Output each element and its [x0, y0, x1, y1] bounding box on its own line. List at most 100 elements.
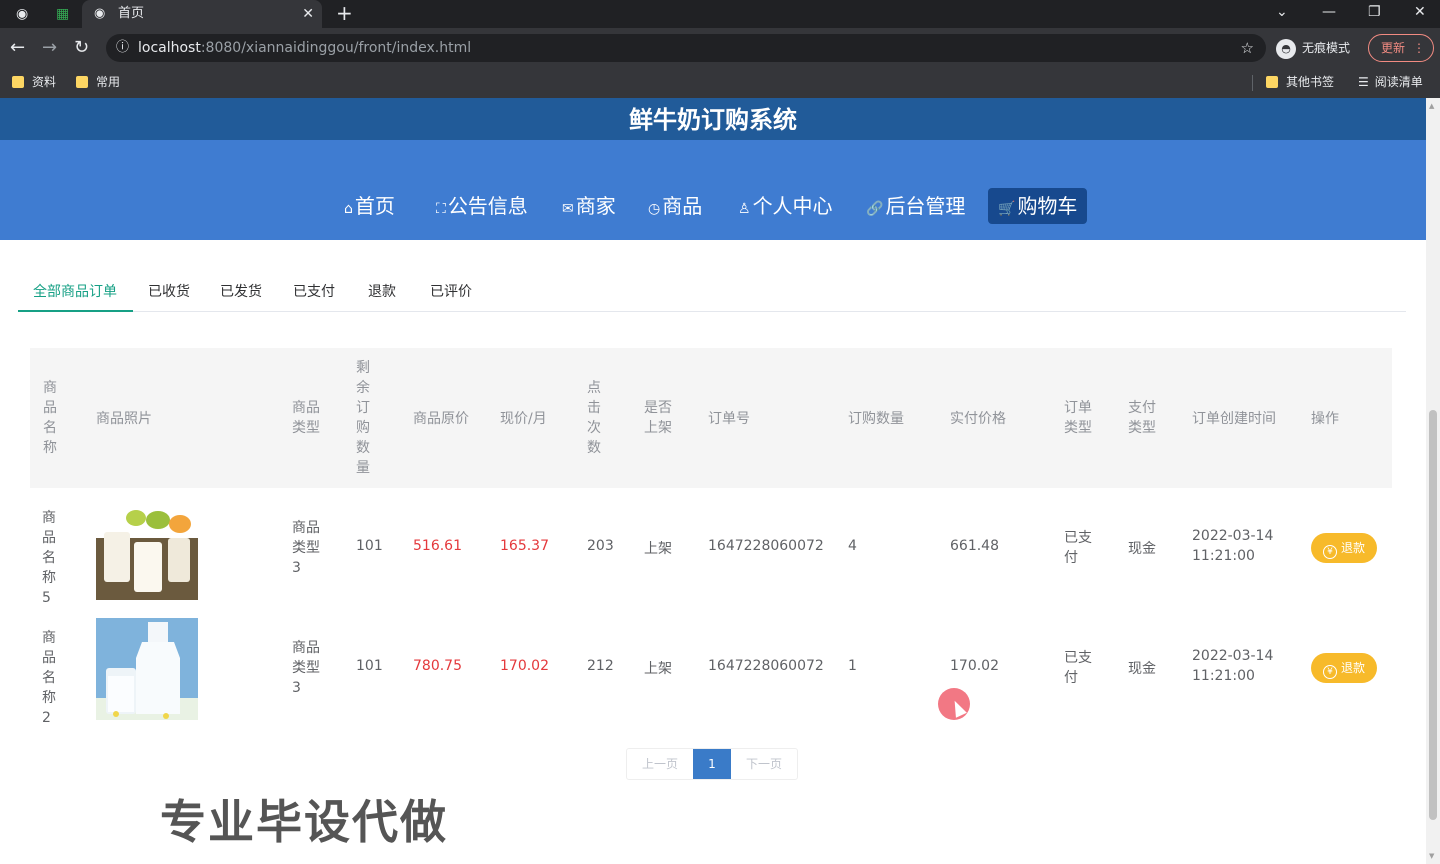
nav-home[interactable]: ⌂ 首页 — [344, 188, 395, 224]
tab-search-icon[interactable]: ⌄ — [1276, 0, 1288, 24]
th-orig-price: 商品原价 — [413, 411, 469, 427]
tab-all-orders[interactable]: 全部商品订单 — [33, 274, 117, 310]
cell-type: 商品类型3 — [292, 640, 320, 696]
browser-globe-icon[interactable]: ◉ — [16, 0, 28, 28]
cell-on-shelf: 上架 — [644, 541, 672, 557]
cell-name: 商品名称2 — [42, 630, 56, 726]
cell-paid: 170.02 — [950, 658, 999, 674]
clock-icon: ◷ — [648, 201, 661, 217]
page-viewport: 鲜牛奶订购系统 ⌂ 首页 ⛶ 公告信息 ✉ 商家 ◷ 商品 ♙ 个人中心 🔗 后台管理 🛒 购… — [0, 98, 1426, 864]
update-label: 更新 — [1381, 41, 1406, 55]
th-paid: 实付价格 — [950, 411, 1006, 427]
update-button[interactable]: 更新 ⋮ — [1368, 34, 1434, 62]
cell-created-time: 11:21:00 — [1192, 548, 1255, 564]
tab-close-icon[interactable]: ✕ — [302, 0, 314, 28]
globe-icon: ◉ — [94, 6, 106, 21]
page-1-button[interactable]: 1 — [693, 749, 731, 779]
prev-page-button[interactable]: 上一页 — [627, 749, 693, 779]
envelope-icon: ✉ — [562, 201, 574, 217]
nav-admin[interactable]: 🔗 后台管理 — [866, 188, 965, 224]
sheets-app-icon[interactable]: ▦ — [56, 0, 69, 28]
table-row: 商品名称2 商品类型3 101 780.75 170.02 212 上架 164… — [30, 608, 1392, 728]
watermark-text: 专业毕设代做 — [160, 795, 448, 849]
cell-orig-price: 516.61 — [413, 538, 462, 554]
cell-price: 170.02 — [500, 658, 549, 674]
th-qty: 订购数量 — [848, 411, 904, 427]
cell-created-date: 2022-03-14 — [1192, 528, 1274, 544]
th-type: 商品类型 — [292, 400, 320, 436]
reload-icon[interactable]: ↻ — [74, 28, 89, 68]
cell-created-time: 11:21:00 — [1192, 668, 1255, 684]
scroll-down-icon[interactable]: ▼ — [1429, 852, 1434, 860]
pagination: 上一页 1 下一页 — [626, 748, 798, 780]
incognito-icon: ◓ — [1276, 38, 1296, 59]
tab-shipped[interactable]: 已发货 — [220, 274, 262, 310]
forward-arrow-icon[interactable]: → — [42, 28, 57, 68]
reading-list-icon: ☰ — [1358, 75, 1369, 89]
tab-reviewed[interactable]: 已评价 — [430, 274, 472, 310]
nav-cart[interactable]: 🛒 购物车 — [988, 188, 1088, 224]
window-close-icon[interactable]: ✕ — [1414, 0, 1426, 24]
scroll-up-icon[interactable]: ▲ — [1429, 102, 1434, 110]
link-icon: 🔗 — [866, 201, 884, 217]
user-icon: ♙ — [738, 201, 751, 217]
cell-created-date: 2022-03-14 — [1192, 648, 1274, 664]
minimize-icon[interactable]: — — [1322, 0, 1336, 24]
other-bookmarks[interactable]: 其他书签 — [1266, 68, 1334, 96]
browser-tab-bar: ◉ ▦ ◉ 首页 ✕ + ⌄ — ❐ ✕ — [0, 0, 1440, 28]
product-photo — [96, 618, 198, 720]
refund-button[interactable]: ¥ 退款 — [1311, 533, 1377, 563]
folder-icon — [1266, 76, 1278, 88]
tab-refund[interactable]: 退款 — [368, 274, 396, 310]
address-bar[interactable]: ⓘ localhost:8080/xiannaidinggou/front/in… — [106, 34, 1266, 62]
cell-clicks: 212 — [587, 658, 614, 674]
product-photo — [96, 498, 198, 600]
th-order-no: 订单号 — [708, 411, 750, 427]
yen-icon: ¥ — [1322, 665, 1337, 679]
cell-order-no: 1647228060072 — [708, 538, 824, 554]
cell-pay-type: 现金 — [1128, 541, 1156, 557]
cell-orig-price: 780.75 — [413, 658, 462, 674]
site-info-icon[interactable]: ⓘ — [116, 34, 129, 62]
next-page-button[interactable]: 下一页 — [731, 749, 797, 779]
bookmark-folder-changyong[interactable]: 常用 — [76, 68, 120, 96]
cell-order-type: 已支付 — [1064, 650, 1092, 686]
new-tab-button[interactable]: + — [336, 0, 353, 26]
browser-tab-home[interactable]: ◉ 首页 ✕ — [82, 0, 322, 28]
bookmarks-divider — [1252, 75, 1253, 91]
th-name: 商品名称 — [43, 380, 57, 456]
nav-profile[interactable]: ♙ 个人中心 — [738, 188, 833, 224]
cell-name: 商品名称5 — [42, 510, 56, 606]
bookmark-folder-ziliao[interactable]: 资料 — [12, 68, 56, 96]
main-nav: ⌂ 首页 ⛶ 公告信息 ✉ 商家 ◷ 商品 ♙ 个人中心 🔗 后台管理 🛒 购物车 — [0, 140, 1426, 240]
refund-button[interactable]: ¥ 退款 — [1311, 653, 1377, 683]
th-on-shelf: 是否上架 — [644, 400, 672, 436]
th-clicks: 点击次数 — [587, 380, 601, 456]
tab-received[interactable]: 已收货 — [148, 274, 190, 310]
restore-icon[interactable]: ❐ — [1368, 0, 1381, 24]
bookmarks-bar: 资料 常用 其他书签 ☰ 阅读清单 — [0, 68, 1440, 98]
incognito-indicator[interactable]: ◓ 无痕模式 — [1276, 36, 1350, 60]
back-arrow-icon[interactable]: ← — [10, 28, 25, 68]
folder-icon — [76, 76, 88, 88]
url-text[interactable]: localhost:8080/xiannaidinggou/front/inde… — [138, 34, 471, 62]
th-photo: 商品照片 — [96, 411, 152, 427]
reading-list[interactable]: ☰ 阅读清单 — [1358, 68, 1423, 96]
nav-merchants[interactable]: ✉ 商家 — [562, 188, 616, 224]
active-tab-indicator — [18, 310, 133, 312]
scrollbar-thumb[interactable] — [1429, 410, 1437, 820]
more-menu-icon: ⋮ — [1413, 41, 1425, 55]
cell-qty: 4 — [848, 538, 857, 554]
nav-products[interactable]: ◷ 商品 — [648, 188, 702, 224]
th-remaining: 剩余订购数量 — [356, 360, 370, 476]
th-pay-type: 支付类型 — [1128, 400, 1156, 436]
folder-icon — [12, 76, 24, 88]
cell-order-type: 已支付 — [1064, 530, 1092, 566]
page-scrollbar[interactable]: ▲ ▼ — [1426, 98, 1440, 864]
nav-announcements[interactable]: ⛶ 公告信息 — [436, 188, 528, 224]
browser-toolbar: ← → ↻ ⓘ localhost:8080/xiannaidinggou/fr… — [0, 28, 1440, 68]
bookmark-star-icon[interactable]: ☆ — [1241, 34, 1254, 62]
tab-paid[interactable]: 已支付 — [293, 274, 335, 310]
cell-clicks: 203 — [587, 538, 614, 554]
th-order-type: 订单类型 — [1064, 400, 1092, 436]
